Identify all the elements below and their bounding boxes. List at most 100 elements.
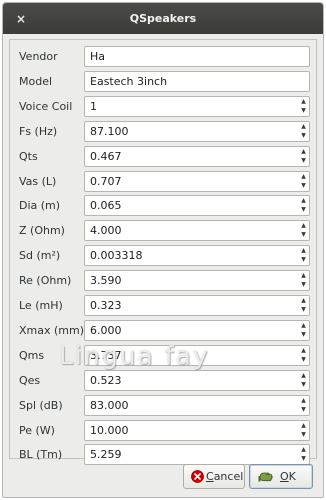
form-row-bl-tm: BL (Tm) 5.259 ▲ ▼ xyxy=(10,444,316,466)
spin-down-icon[interactable]: ▼ xyxy=(299,230,308,239)
spin-up-icon[interactable]: ▲ xyxy=(299,445,308,454)
spinbox-sd-m[interactable]: 0.003318 ▲ ▼ xyxy=(84,245,310,267)
form-row-fs-hz: Fs (Hz) 87.100 ▲ ▼ xyxy=(10,120,316,142)
field-label-voice-coil: Voice Coil xyxy=(19,99,73,113)
text-field-vendor[interactable]: Ha xyxy=(84,46,310,67)
spin-up-icon[interactable]: ▲ xyxy=(299,271,308,280)
spin-up-icon[interactable]: ▲ xyxy=(299,122,308,131)
field-value-vas-l: 0.707 xyxy=(90,174,122,188)
spinbox-voice-coil[interactable]: 1 ▲ ▼ xyxy=(84,95,310,117)
ok-button[interactable]: OK xyxy=(249,464,313,489)
spin-up-icon[interactable]: ▲ xyxy=(299,172,308,181)
field-value-model: Eastech 3inch xyxy=(90,74,168,88)
field-value-vendor: Ha xyxy=(90,50,106,63)
field-value-re-ohm: 3.590 xyxy=(90,274,122,288)
spin-buttons: ▲ ▼ xyxy=(298,147,309,166)
field-value-xmax-mm: 6.000 xyxy=(90,323,122,337)
qspeakers-dialog: × QSpeakers Vendor Ha Model Eastech 3inch Vo… xyxy=(2,2,324,498)
spin-up-icon[interactable]: ▲ xyxy=(299,246,308,255)
field-label-le-mh: Le (mH) xyxy=(19,299,63,312)
form-row-vas-l: Vas (L) 0.707 ▲ ▼ xyxy=(10,170,316,192)
window-title: QSpeakers xyxy=(129,12,197,25)
spin-down-icon[interactable]: ▼ xyxy=(299,355,308,364)
form-row-xmax-mm: Xmax (mm) 6.000 ▲ ▼ xyxy=(10,319,316,341)
spin-down-icon[interactable]: ▼ xyxy=(299,305,308,314)
field-label-z-ohm: Z (Ohm) xyxy=(19,224,65,238)
spinbox-bl-tm[interactable]: 5.259 ▲ ▼ xyxy=(84,444,310,466)
spin-down-icon[interactable]: ▼ xyxy=(299,255,308,264)
text-field-model[interactable]: Eastech 3inch xyxy=(84,70,310,92)
spin-down-icon[interactable]: ▼ xyxy=(299,405,308,414)
ok-label: OK xyxy=(280,470,296,483)
spin-buttons: ▲ ▼ xyxy=(298,122,309,141)
spin-up-icon[interactable]: ▲ xyxy=(299,147,308,156)
spin-up-icon[interactable]: ▲ xyxy=(299,97,308,106)
spinbox-fs-hz[interactable]: 87.100 ▲ ▼ xyxy=(84,120,310,142)
spin-up-icon[interactable]: ▲ xyxy=(299,421,308,430)
spinbox-re-ohm[interactable]: 3.590 ▲ ▼ xyxy=(84,270,310,292)
spin-down-icon[interactable]: ▼ xyxy=(299,106,308,115)
spin-buttons: ▲ ▼ xyxy=(298,246,309,265)
spin-up-icon[interactable]: ▲ xyxy=(299,221,308,230)
field-value-qes: 0.523 xyxy=(90,373,122,387)
spin-down-icon[interactable]: ▼ xyxy=(299,181,308,190)
field-label-bl-tm: BL (Tm) xyxy=(19,448,63,462)
spin-buttons: ▲ ▼ xyxy=(298,445,309,464)
spinbox-pe-w[interactable]: 10.000 ▲ ▼ xyxy=(84,419,310,441)
field-label-qts: Qts xyxy=(19,149,38,163)
form-row-vendor: Vendor Ha xyxy=(10,46,316,67)
cancel-icon xyxy=(191,470,204,483)
spin-buttons: ▲ ▼ xyxy=(298,296,309,315)
form-row-z-ohm: Z (Ohm) 4.000 ▲ ▼ xyxy=(10,220,316,242)
form-row-pe-w: Pe (W) 10.000 ▲ ▼ xyxy=(10,419,316,441)
field-value-pe-w: 10.000 xyxy=(90,423,129,437)
spin-buttons: ▲ ▼ xyxy=(298,321,309,340)
field-label-fs-hz: Fs (Hz) xyxy=(19,124,58,138)
spin-up-icon[interactable]: ▲ xyxy=(299,196,308,205)
spin-up-icon[interactable]: ▲ xyxy=(299,321,308,330)
spinbox-xmax-mm[interactable]: 6.000 ▲ ▼ xyxy=(84,319,310,341)
spinbox-qts[interactable]: 0.467 ▲ ▼ xyxy=(84,145,310,167)
spin-buttons: ▲ ▼ xyxy=(298,196,309,215)
field-value-le-mh: 0.323 xyxy=(90,299,122,312)
field-label-xmax-mm: Xmax (mm) xyxy=(19,323,85,337)
spinbox-vas-l[interactable]: 0.707 ▲ ▼ xyxy=(84,170,310,192)
spinbox-qms[interactable]: 3.737 ▲ ▼ xyxy=(84,344,310,366)
field-value-dia-m: 0.065 xyxy=(90,199,122,213)
spinbox-le-mh[interactable]: 0.323 ▲ ▼ xyxy=(84,295,310,316)
form-row-le-mh: Le (mH) 0.323 ▲ ▼ xyxy=(10,295,316,316)
spin-up-icon[interactable]: ▲ xyxy=(299,371,308,380)
field-value-sd-m: 0.003318 xyxy=(90,249,143,263)
spinbox-spl-db[interactable]: 83.000 ▲ ▼ xyxy=(84,394,310,416)
spin-buttons: ▲ ▼ xyxy=(298,97,309,116)
speaker-form: Vendor Ha Model Eastech 3inch Voice Coil 1 ▲ ▼ F… xyxy=(9,39,317,466)
field-label-vendor: Vendor xyxy=(19,50,58,63)
spin-down-icon[interactable]: ▼ xyxy=(299,131,308,140)
title-bar[interactable]: × QSpeakers xyxy=(3,3,323,34)
spin-down-icon[interactable]: ▼ xyxy=(299,454,308,463)
cancel-label: Cancel xyxy=(206,470,244,483)
field-value-voice-coil: 1 xyxy=(90,99,97,113)
spin-up-icon[interactable]: ▲ xyxy=(299,396,308,405)
spin-up-icon[interactable]: ▲ xyxy=(299,346,308,355)
form-row-voice-coil: Voice Coil 1 ▲ ▼ xyxy=(10,95,316,117)
cancel-button[interactable]: Cancel xyxy=(183,464,245,489)
spin-up-icon[interactable]: ▲ xyxy=(299,296,308,305)
spin-down-icon[interactable]: ▼ xyxy=(299,380,308,389)
spinbox-z-ohm[interactable]: 4.000 ▲ ▼ xyxy=(84,220,310,242)
spin-buttons: ▲ ▼ xyxy=(298,346,309,365)
form-row-dia-m: Dia (m) 0.065 ▲ ▼ xyxy=(10,195,316,217)
spin-buttons: ▲ ▼ xyxy=(298,371,309,390)
spinbox-qes[interactable]: 0.523 ▲ ▼ xyxy=(84,369,310,391)
spin-down-icon[interactable]: ▼ xyxy=(299,430,308,439)
spin-down-icon[interactable]: ▼ xyxy=(299,280,308,289)
form-row-sd-m: Sd (m²) 0.003318 ▲ ▼ xyxy=(10,245,316,267)
field-value-spl-db: 83.000 xyxy=(90,398,129,412)
field-label-spl-db: Spl (dB) xyxy=(19,398,63,412)
spinbox-dia-m[interactable]: 0.065 ▲ ▼ xyxy=(84,195,310,217)
spin-down-icon[interactable]: ▼ xyxy=(299,205,308,214)
ok-hand-icon xyxy=(258,469,274,484)
spin-down-icon[interactable]: ▼ xyxy=(299,156,308,165)
spin-down-icon[interactable]: ▼ xyxy=(299,330,308,339)
field-value-qts: 0.467 xyxy=(90,149,122,163)
